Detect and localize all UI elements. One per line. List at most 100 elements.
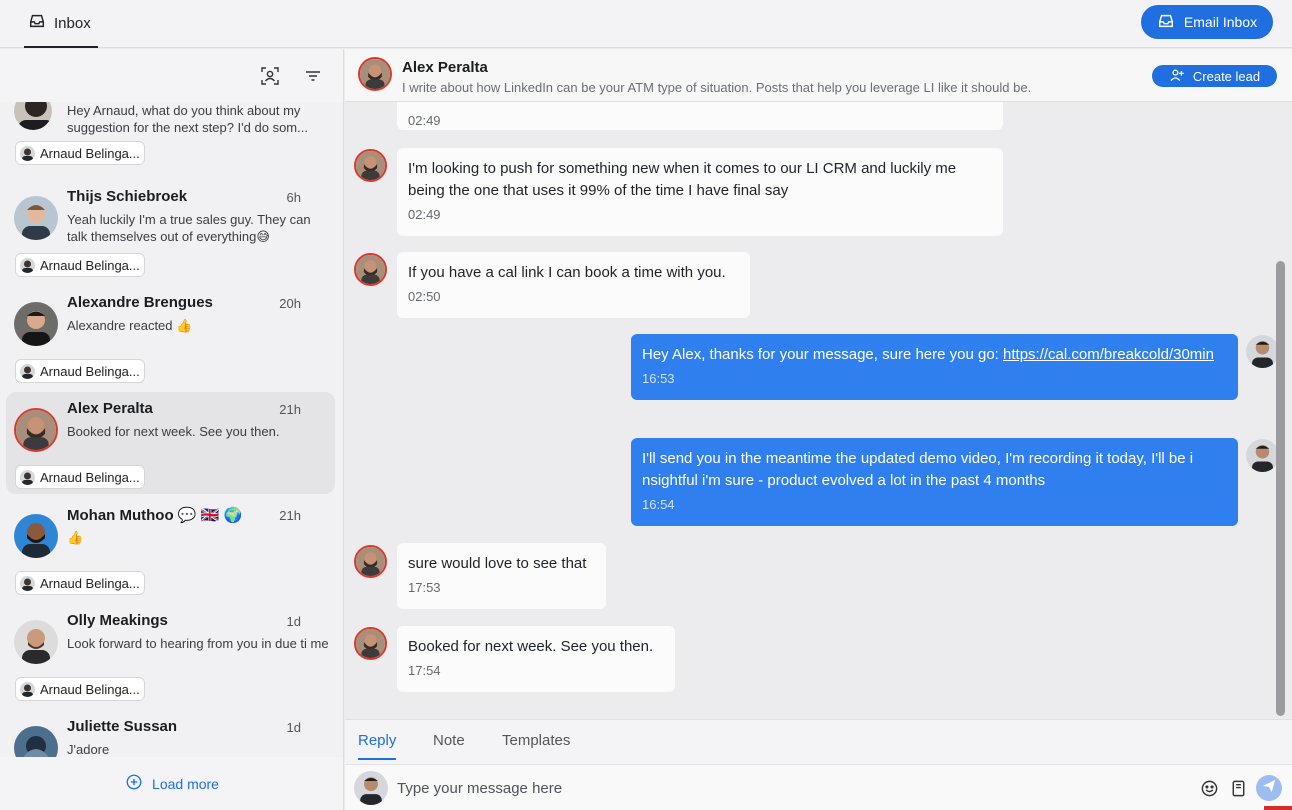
conversation-item[interactable]: Olly Meakings 1d Look forward to hearing… xyxy=(6,604,335,706)
mail-tray-icon xyxy=(1157,12,1175,33)
owner-name: Arnaud Belinga... xyxy=(40,363,140,379)
owner-chip[interactable]: Arnaud Belinga... xyxy=(15,141,145,165)
emoji-icon[interactable] xyxy=(1198,777,1220,799)
message-text: I'm looking to push for something new wh… xyxy=(408,160,957,199)
owner-chip[interactable]: Arnaud Belinga... xyxy=(15,677,145,701)
contact-avatar xyxy=(14,620,58,664)
message-time: 02:49 xyxy=(408,113,441,128)
conversation-time: 21h xyxy=(279,402,301,417)
conversation-item[interactable]: Mohan Muthoo 💬 🇬🇧 🌍 21h 👍 Arnaud Belinga… xyxy=(6,498,335,600)
conversation-time: 1d xyxy=(286,614,301,629)
top-bar: Inbox Email Inbox xyxy=(0,0,1292,48)
conversation-time: 6h xyxy=(286,190,301,205)
conversation-item[interactable]: Alexandre Brengues 20h Alexandre reacted… xyxy=(6,286,335,388)
owner-chip[interactable]: Arnaud Belinga... xyxy=(15,359,145,383)
tab-inbox-label: Inbox xyxy=(54,14,91,32)
message-preview: 👍 xyxy=(67,530,84,545)
incoming-message: I'm looking to push for something new wh… xyxy=(397,148,1003,236)
tab-inbox[interactable]: Inbox xyxy=(24,0,98,48)
message-text-body: Hey Alex, thanks for your message, sure … xyxy=(642,346,1004,363)
message-text: Hey Alex, thanks for your message, sure … xyxy=(642,344,1227,366)
contact-avatar xyxy=(14,196,58,240)
thread-scrollbar[interactable] xyxy=(1276,261,1285,716)
owner-name: Arnaud Belinga... xyxy=(40,469,140,485)
message-preview: Look forward to hearing from you in due … xyxy=(67,636,329,651)
contact-name[interactable]: Alex Peralta xyxy=(402,59,488,76)
contact-avatar xyxy=(14,408,58,452)
message-preview: Booked for next week. See you then. xyxy=(67,424,280,439)
message-text: sure would love to see that xyxy=(408,555,587,572)
incoming-message: If you have a cal link I can book a time… xyxy=(397,252,750,318)
message-time: 02:49 xyxy=(408,207,441,222)
message-preview: J'adore xyxy=(67,742,110,757)
contact-name: Juliette Sussan xyxy=(67,718,178,735)
owner-chip[interactable]: Arnaud Belinga... xyxy=(15,253,145,277)
contact-name: Mohan Muthoo 💬 🇬🇧 🌍 xyxy=(67,507,243,524)
message-preview: Alexandre reacted 👍 xyxy=(67,318,193,333)
contact-avatar xyxy=(14,514,58,558)
my-avatar xyxy=(1246,335,1279,368)
conversation-time: 21h xyxy=(279,508,301,523)
message-time: 17:54 xyxy=(408,663,441,678)
composer-input-row xyxy=(345,764,1292,810)
message-input[interactable] xyxy=(397,775,1177,801)
owner-avatar xyxy=(20,257,35,273)
message-text: Booked for next week. See you then. xyxy=(408,638,654,655)
contact-avatar xyxy=(14,302,58,346)
sender-avatar xyxy=(354,627,387,660)
tab-templates[interactable]: Templates xyxy=(502,732,570,760)
corner-marker xyxy=(1264,806,1292,810)
incoming-message: sure would love to see that 17:53 xyxy=(397,543,606,609)
message-text: I'll send you in the meantime the update… xyxy=(642,450,1194,489)
conversation-time: 1d xyxy=(286,720,301,735)
message-thread: 02:49 I'm looking to push for something … xyxy=(345,102,1292,719)
tab-note[interactable]: Note xyxy=(433,732,465,760)
message-text: If you have a cal link I can book a time… xyxy=(408,264,726,281)
owner-name: Arnaud Belinga... xyxy=(40,257,140,273)
sender-avatar xyxy=(354,149,387,182)
plus-circle-icon xyxy=(125,773,143,794)
outgoing-message: I'll send you in the meantime the update… xyxy=(631,438,1238,526)
owner-chip[interactable]: Arnaud Belinga... xyxy=(15,571,145,595)
load-more-label: Load more xyxy=(152,775,219,792)
contact-name: Olly Meakings xyxy=(67,612,168,629)
incoming-message: 02:49 xyxy=(397,102,1003,130)
contact-avatar[interactable] xyxy=(358,57,392,91)
message-time: 02:50 xyxy=(408,289,441,304)
owner-name: Arnaud Belinga... xyxy=(40,681,140,697)
filter-lines-icon[interactable] xyxy=(302,65,324,87)
conversation-item-active[interactable]: Alex Peralta 21h Booked for next week. S… xyxy=(6,392,335,494)
email-inbox-label: Email Inbox xyxy=(1183,14,1258,30)
message-preview: Yeah luckily I'm a true sales guy. They … xyxy=(67,212,311,244)
owner-avatar xyxy=(20,681,35,697)
message-time: 16:54 xyxy=(642,497,675,512)
send-button[interactable] xyxy=(1256,775,1282,801)
load-more-button[interactable]: Load more xyxy=(0,757,343,810)
template-file-icon[interactable] xyxy=(1227,777,1249,799)
add-user-icon xyxy=(1169,67,1185,86)
my-avatar xyxy=(1246,439,1279,472)
chat-panel: Alex Peralta I write about how LinkedIn … xyxy=(345,49,1292,810)
owner-avatar xyxy=(20,145,35,161)
conversation-item[interactable]: Thijs Schiebroek 6h Yeah luckily I'm a t… xyxy=(6,180,335,282)
contact-filter-icon[interactable] xyxy=(259,65,281,87)
message-time: 17:53 xyxy=(408,580,441,595)
composer: Reply Note Templates xyxy=(345,719,1292,810)
owner-avatar xyxy=(20,469,35,485)
owner-avatar xyxy=(20,363,35,379)
email-inbox-button[interactable]: Email Inbox xyxy=(1141,5,1273,39)
my-avatar xyxy=(354,771,388,805)
chat-header: Alex Peralta I write about how LinkedIn … xyxy=(345,49,1292,102)
create-lead-button[interactable]: Create lead xyxy=(1152,65,1277,87)
send-icon xyxy=(1262,779,1276,798)
contact-name: Alex Peralta xyxy=(67,400,153,417)
contact-name: Alexandre Brengues xyxy=(67,294,213,311)
calendar-link[interactable]: https://cal.com/breakcold/30min xyxy=(1003,346,1214,363)
sidebar-toolbar xyxy=(0,49,343,102)
inbox-tray-icon xyxy=(28,12,46,34)
tab-reply[interactable]: Reply xyxy=(358,732,397,760)
incoming-message: Booked for next week. See you then. 17:5… xyxy=(397,626,675,692)
contact-name: Thijs Schiebroek xyxy=(67,188,188,205)
owner-chip[interactable]: Arnaud Belinga... xyxy=(15,465,145,489)
conversation-time: 20h xyxy=(279,296,301,311)
